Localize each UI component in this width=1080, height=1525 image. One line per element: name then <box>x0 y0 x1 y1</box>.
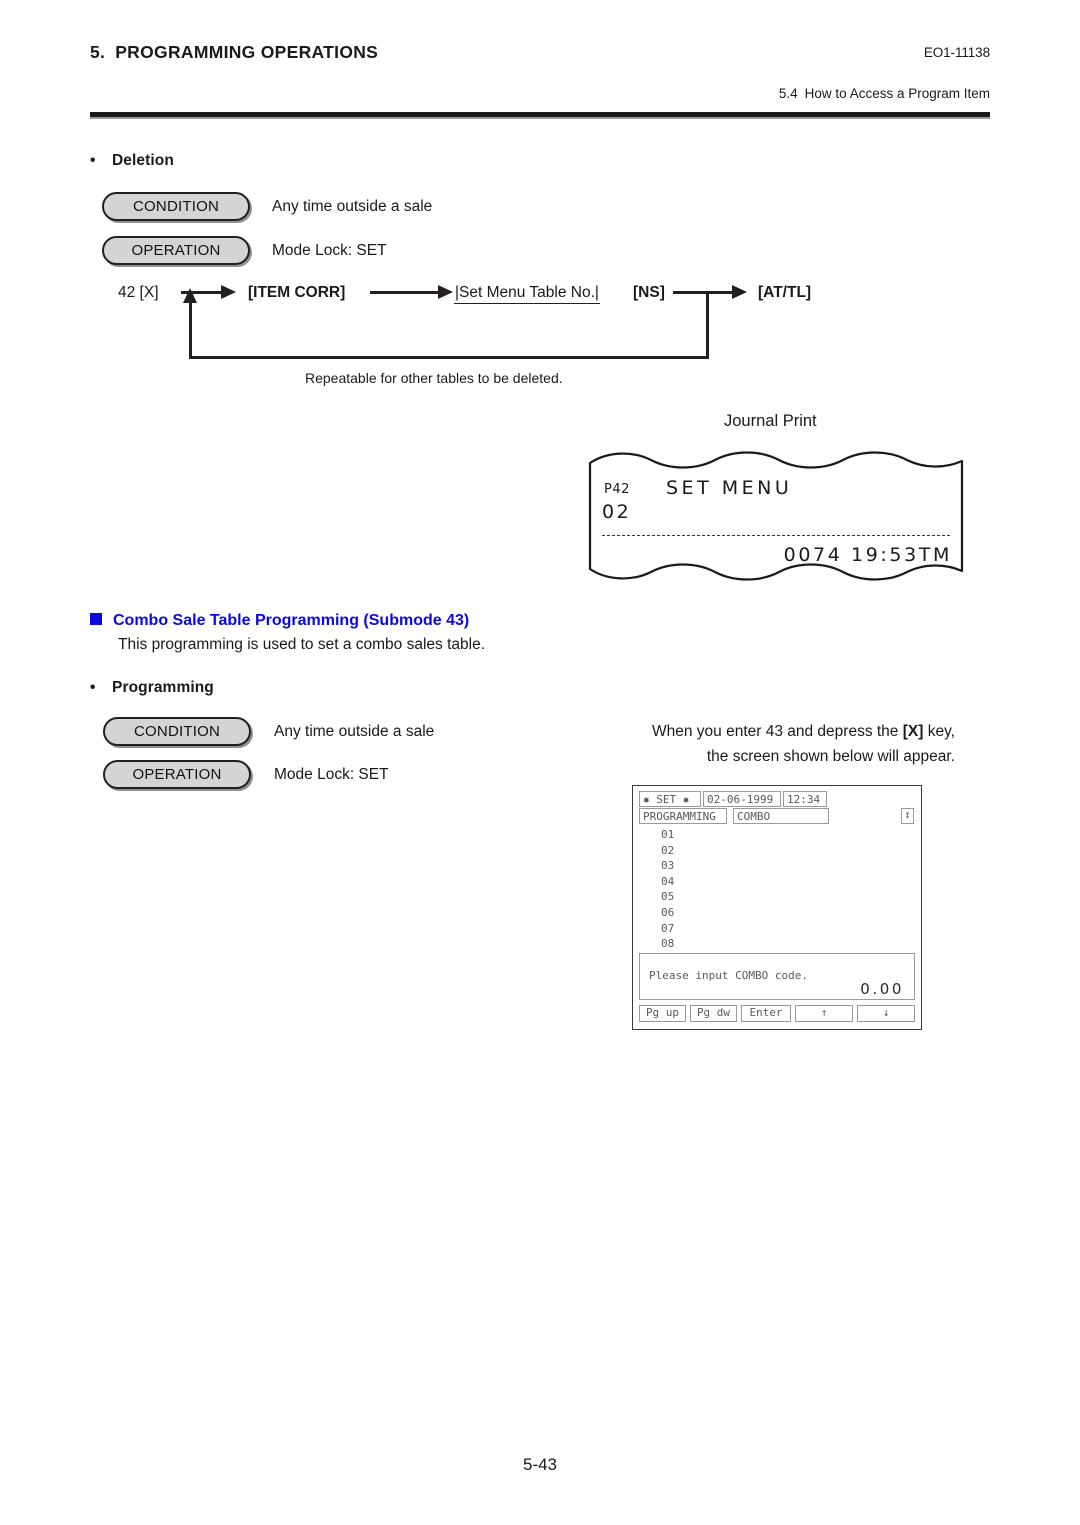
document-code: EO1-11138 <box>923 45 990 60</box>
flow-node-item-corr: [ITEM CORR] <box>248 284 346 301</box>
arrow-up-button[interactable]: ↑ <box>795 1005 853 1022</box>
section-number: 5.4 <box>778 86 798 101</box>
flow-arrow-3-head <box>732 285 747 299</box>
condition-pill-deletion: CONDITION <box>102 192 250 221</box>
receipt-content: P42 SET MENU 02 0074 19:53TM <box>588 449 964 585</box>
lcd-amount-display: 0.00 <box>860 980 904 998</box>
operation-pill-combo: OPERATION <box>103 760 251 789</box>
journal-print-receipt: P42 SET MENU 02 0074 19:53TM <box>588 449 964 585</box>
lcd-button-row: Pg up Pg dw Enter ↑ ↓ <box>639 1005 915 1022</box>
page-number: 5-43 <box>522 1455 558 1474</box>
section-title: How to Access a Program Item <box>804 86 990 101</box>
lcd-menu-label: COMBO <box>733 808 829 824</box>
lcd-date-field: 02-06-1999 <box>703 791 781 807</box>
bullet-marker: • <box>90 152 96 169</box>
lcd-time-field: 12:34 <box>783 791 827 807</box>
operation-pill-deletion: OPERATION <box>102 236 250 265</box>
flow-node-start: 42 [X] <box>118 284 159 301</box>
deletion-heading-label: Deletion <box>112 152 174 169</box>
combo-note: When you enter 43 and depress the [X] ke… <box>520 719 955 769</box>
combo-description: This programming is used to set a combo … <box>118 636 486 653</box>
lcd-mode-label: PROGRAMMING <box>639 808 727 824</box>
programming-heading: • Programming <box>90 679 214 697</box>
enter-button[interactable]: Enter <box>741 1005 791 1022</box>
section-reference: 5.4 How to Access a Program Item <box>779 86 990 101</box>
list-item[interactable]: 08 <box>639 936 915 952</box>
flow-loop-right-vertical <box>706 293 709 359</box>
lcd-mode-indicator: ✹ SET ✹ <box>639 791 701 807</box>
list-item[interactable]: 01 <box>639 827 915 843</box>
programming-heading-label: Programming <box>112 679 214 696</box>
page-up-button[interactable]: Pg up <box>639 1005 686 1022</box>
chapter-title: PROGRAMMING OPERATIONS <box>115 42 379 62</box>
bullet-marker-programming: • <box>90 679 96 696</box>
condition-pill-label-combo: CONDITION <box>134 723 220 740</box>
flow-arrow-2-head <box>438 285 453 299</box>
list-item[interactable]: 06 <box>639 905 915 921</box>
list-item[interactable]: 07 <box>639 921 915 937</box>
scroll-down-icon[interactable]: ↧ <box>901 808 914 824</box>
receipt-footer-line: 0074 19:53TM <box>783 544 952 566</box>
condition-text-combo: Any time outside a sale <box>274 723 435 740</box>
page-down-button[interactable]: Pg dw <box>690 1005 737 1022</box>
combo-section-heading: Combo Sale Table Programming (Submode 43… <box>90 612 469 630</box>
flow-arrow-2-line <box>370 291 442 294</box>
combo-note-line1-b: key, <box>923 723 955 740</box>
condition-pill-combo: CONDITION <box>103 717 251 746</box>
square-bullet-icon <box>90 613 102 625</box>
lcd-inner: ✹ SET ✹ 02-06-1999 12:34 PROGRAMMING COM… <box>639 791 915 1023</box>
operation-text-deletion: Mode Lock: SET <box>272 242 387 259</box>
operation-text-combo: Mode Lock: SET <box>274 766 389 783</box>
flow-arrow-1-head <box>221 285 236 299</box>
chapter-number: 5. <box>90 42 106 62</box>
flow-loop-horizontal <box>189 356 709 359</box>
combo-note-line2: the screen shown below will appear. <box>706 748 955 765</box>
lcd-prompt-message: Please input COMBO code. <box>649 969 808 982</box>
operation-pill-label-combo: OPERATION <box>132 766 222 783</box>
list-item[interactable]: 02 <box>639 843 915 859</box>
journal-print-label: Journal Print <box>724 412 817 430</box>
condition-text-deletion: Any time outside a sale <box>272 198 433 215</box>
flow-loop-left-vertical <box>189 302 192 358</box>
flow-loop-arrow-head <box>183 288 197 303</box>
operation-pill-label: OPERATION <box>131 242 221 259</box>
flow-node-ns: [NS] <box>633 284 665 301</box>
receipt-separator <box>602 535 950 536</box>
combo-section-heading-label: Combo Sale Table Programming (Submode 43… <box>113 612 470 629</box>
deletion-heading: • Deletion <box>90 152 174 170</box>
lcd-screen: ✹ SET ✹ 02-06-1999 12:34 PROGRAMMING COM… <box>632 785 922 1030</box>
flow-field-table-no: |Set Menu Table No.| <box>454 284 600 304</box>
lcd-code-list[interactable]: 01 02 03 04 05 06 07 08 <box>639 827 915 952</box>
list-item[interactable]: 04 <box>639 874 915 890</box>
flow-arrow-3-line <box>673 291 736 294</box>
list-item[interactable]: 03 <box>639 858 915 874</box>
arrow-down-button[interactable]: ↓ <box>857 1005 915 1022</box>
receipt-table-no: 02 <box>602 501 632 523</box>
page-header: 5. PROGRAMMING OPERATIONS EO1-11138 5.4 Ho… <box>90 42 990 122</box>
page-title: 5. PROGRAMMING OPERATIONS <box>90 42 378 63</box>
receipt-program-code: P42 <box>604 482 630 497</box>
combo-note-key: [X] <box>902 723 924 740</box>
condition-pill-label: CONDITION <box>133 198 219 215</box>
list-item[interactable]: 05 <box>639 889 915 905</box>
lcd-message-box: Please input COMBO code. 0.00 <box>639 953 915 1000</box>
flow-loop-caption: Repeatable for other tables to be delete… <box>305 370 563 386</box>
combo-note-line1-a: When you enter 43 and depress the <box>651 723 903 740</box>
flow-node-at-tl: [AT/TL] <box>758 284 812 301</box>
header-divider <box>90 112 990 117</box>
receipt-title: SET MENU <box>666 477 793 499</box>
